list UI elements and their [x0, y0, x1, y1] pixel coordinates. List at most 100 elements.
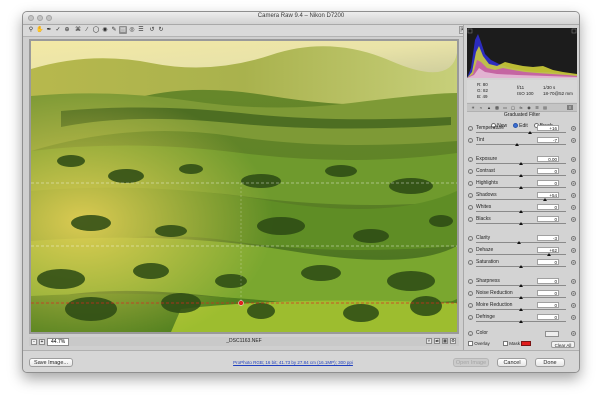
- mask-checkbox[interactable]: [503, 341, 508, 347]
- done-button[interactable]: Done: [535, 358, 565, 367]
- tab-presets-icon[interactable]: ☰: [534, 105, 540, 110]
- increase-icon[interactable]: +: [571, 217, 576, 222]
- slider-thumb[interactable]: [528, 131, 532, 134]
- increase-icon[interactable]: +: [571, 126, 576, 131]
- open-image-button[interactable]: Open Image: [453, 358, 489, 367]
- slider-thumb[interactable]: [519, 162, 523, 165]
- tab-camera-calibration-icon[interactable]: ◉: [526, 105, 532, 110]
- clear-all-button[interactable]: Clear All: [551, 341, 575, 348]
- slider-value-field[interactable]: -7: [537, 137, 559, 143]
- increase-icon[interactable]: +: [571, 205, 576, 210]
- color-swatch-button[interactable]: [545, 331, 559, 337]
- slider-thumb[interactable]: [519, 174, 523, 177]
- slider-thumb[interactable]: [519, 222, 523, 225]
- slider-value-field[interactable]: 0.00: [537, 156, 559, 162]
- graduated-filter-tool-icon[interactable]: ▤: [119, 26, 127, 34]
- slider-thumb[interactable]: [546, 253, 551, 256]
- straighten-tool-icon[interactable]: ∕: [83, 26, 91, 34]
- toggle-settings-icon[interactable]: ⚙: [450, 338, 456, 344]
- slider-thumb[interactable]: [519, 284, 523, 287]
- decrease-icon[interactable]: -: [468, 157, 473, 162]
- adjustment-brush-tool-icon[interactable]: ✎: [110, 26, 118, 34]
- zoom-tool-icon[interactable]: ⚲: [27, 26, 35, 34]
- decrease-icon[interactable]: -: [468, 181, 473, 186]
- increase-icon[interactable]: +: [571, 303, 576, 308]
- increase-icon[interactable]: +: [571, 157, 576, 162]
- tab-basic-icon[interactable]: ☀: [470, 105, 476, 110]
- tab-snapshots-icon[interactable]: ▤: [542, 105, 548, 110]
- decrease-icon[interactable]: -: [468, 126, 473, 131]
- cancel-button[interactable]: Cancel: [497, 358, 527, 367]
- increase-icon[interactable]: +: [571, 193, 576, 198]
- increase-icon[interactable]: +: [571, 279, 576, 284]
- slider-value-field[interactable]: 0: [537, 314, 559, 320]
- color-sampler-tool-icon[interactable]: ✓: [54, 26, 62, 34]
- increase-icon[interactable]: +: [571, 315, 576, 320]
- slider-thumb[interactable]: [519, 186, 523, 189]
- tab-effects-icon[interactable]: fx: [518, 105, 524, 110]
- decrease-icon[interactable]: -: [468, 193, 473, 198]
- panel-menu-icon[interactable]: ≡: [567, 105, 573, 110]
- slider-thumb[interactable]: [519, 308, 523, 311]
- slider-value-field[interactable]: 0: [537, 302, 559, 308]
- decrease-icon[interactable]: -: [468, 303, 473, 308]
- decrease-icon[interactable]: -: [468, 331, 473, 336]
- tab-tone-curve-icon[interactable]: ≈: [478, 105, 484, 110]
- slider-value-field[interactable]: 0: [537, 180, 559, 186]
- slider-track[interactable]: [476, 144, 566, 145]
- slider-thumb[interactable]: [519, 296, 523, 299]
- slider-value-field[interactable]: 0: [537, 259, 559, 265]
- mask-color-swatch[interactable]: [521, 341, 532, 347]
- swap-settings-icon[interactable]: ⇄: [434, 338, 440, 344]
- spot-removal-tool-icon[interactable]: ◯: [92, 26, 100, 34]
- image-preview-area[interactable]: [29, 39, 459, 334]
- slider-value-field[interactable]: 0: [537, 278, 559, 284]
- increase-icon[interactable]: +: [571, 181, 576, 186]
- slider-thumb[interactable]: [519, 320, 523, 323]
- slider-thumb[interactable]: [519, 265, 523, 268]
- crop-tool-icon[interactable]: ⌘: [74, 26, 82, 34]
- tab-detail-icon[interactable]: ▲: [486, 105, 492, 110]
- increase-icon[interactable]: +: [571, 138, 576, 143]
- tab-lens-icon[interactable]: ◯: [510, 105, 516, 110]
- tab-split-toning-icon[interactable]: ▭: [502, 105, 508, 110]
- targeted-adjustment-tool-icon[interactable]: ⊕: [63, 26, 71, 34]
- slider-value-field[interactable]: -3: [537, 235, 559, 241]
- slider-thumb[interactable]: [515, 143, 520, 146]
- copy-settings-icon[interactable]: ▦: [442, 338, 448, 344]
- increase-icon[interactable]: +: [571, 260, 576, 265]
- slider-value-field[interactable]: 0: [537, 168, 559, 174]
- slider-value-field[interactable]: +54: [537, 192, 559, 198]
- preferences-tool-icon[interactable]: ☰: [137, 26, 145, 34]
- hand-tool-icon[interactable]: ✋: [36, 26, 44, 34]
- white-balance-tool-icon[interactable]: ✒: [45, 26, 53, 34]
- slider-value-field[interactable]: 0: [537, 216, 559, 222]
- slider-value-field[interactable]: 0: [537, 204, 559, 210]
- slider-track[interactable]: [476, 254, 566, 255]
- workflow-options-link[interactable]: ProPhoto RGB; 16 bit; 41.73 by 27.84 cm …: [223, 360, 363, 365]
- rotate-ccw-tool-icon[interactable]: ↺: [148, 26, 156, 34]
- decrease-icon[interactable]: -: [468, 291, 473, 296]
- decrease-icon[interactable]: -: [468, 315, 473, 320]
- radial-filter-tool-icon[interactable]: ◎: [128, 26, 136, 34]
- red-eye-tool-icon[interactable]: ◉: [101, 26, 109, 34]
- increase-icon[interactable]: +: [571, 291, 576, 296]
- slider-thumb[interactable]: [519, 210, 523, 213]
- slider-value-field[interactable]: 0: [537, 290, 559, 296]
- slider-value-field[interactable]: +16: [537, 125, 559, 131]
- increase-icon[interactable]: +: [571, 248, 576, 253]
- decrease-icon[interactable]: -: [468, 169, 473, 174]
- before-after-icon[interactable]: Y: [426, 338, 432, 344]
- slider-thumb[interactable]: [543, 198, 548, 201]
- tab-hsl-icon[interactable]: ▩: [494, 105, 500, 110]
- decrease-icon[interactable]: -: [468, 205, 473, 210]
- decrease-icon[interactable]: -: [468, 279, 473, 284]
- overlay-checkbox[interactable]: [468, 341, 473, 347]
- increase-icon[interactable]: +: [571, 169, 576, 174]
- increase-icon[interactable]: +: [571, 236, 576, 241]
- slider-track[interactable]: [476, 199, 566, 200]
- save-image-button[interactable]: Save Image...: [29, 358, 73, 367]
- slider-track[interactable]: [476, 132, 566, 133]
- decrease-icon[interactable]: -: [468, 248, 473, 253]
- decrease-icon[interactable]: -: [468, 260, 473, 265]
